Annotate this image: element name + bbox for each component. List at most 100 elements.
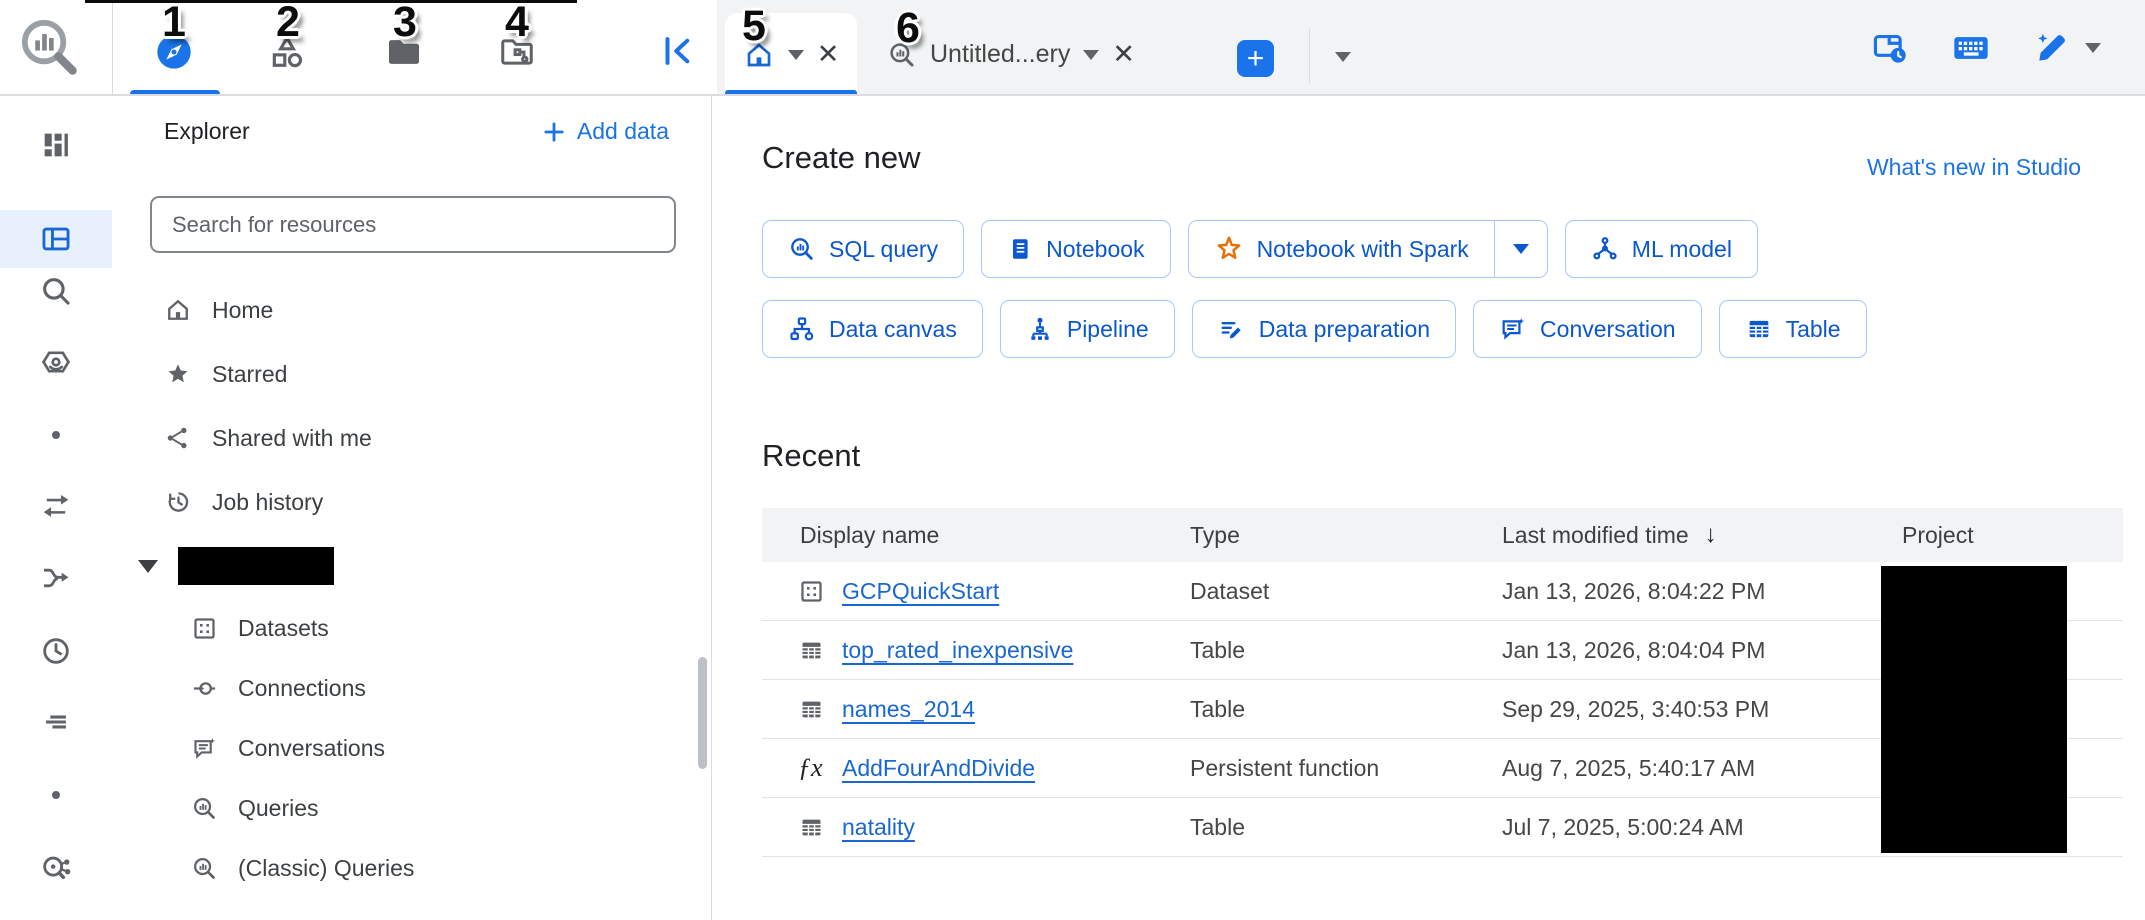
col-project: Project	[1902, 508, 1974, 562]
row-link[interactable]: top_rated_inexpensive	[842, 621, 1073, 679]
editor-tab-strip: ✕ Untitled...ery ✕ +	[717, 0, 2145, 96]
query-icon	[788, 235, 816, 263]
search-resources-input[interactable]	[150, 196, 676, 253]
rail-dot	[0, 766, 112, 824]
function-icon: ƒx	[798, 739, 823, 797]
row-link[interactable]: names_2014	[842, 680, 975, 738]
main-content: Create new What's new in Studio SQL quer…	[712, 96, 2145, 920]
notebook-icon	[1007, 236, 1033, 262]
explorer-item-shared[interactable]: Shared with me	[112, 406, 711, 470]
explorer-item-job-history[interactable]: Job history	[112, 470, 711, 534]
bigquery-studio-screen: ✕ Untitled...ery ✕ +	[0, 0, 2145, 920]
explorer-title: Explorer	[164, 118, 250, 145]
tab-home-close-icon[interactable]: ✕	[817, 41, 840, 68]
rail-dot	[0, 406, 112, 464]
annotation-line	[85, 0, 577, 3]
conversation-icon	[1499, 315, 1527, 343]
notebook-with-spark-dropdown[interactable]	[1494, 221, 1547, 277]
col-display-name: Display name	[800, 508, 939, 562]
add-data-button[interactable]: Add data	[541, 118, 669, 145]
col-last-modified[interactable]: Last modified time ↓	[1502, 508, 1717, 562]
tab-home-dropdown-icon[interactable]	[788, 50, 804, 60]
conversations-icon	[191, 735, 218, 762]
divider	[112, 0, 113, 95]
explorer-item-home[interactable]: Home	[112, 278, 711, 342]
recent-tabs-icon[interactable]	[1871, 29, 1909, 67]
rail-item-insights-icon[interactable]	[0, 839, 112, 897]
add-data-label: Add data	[577, 118, 669, 145]
sort-descending-icon[interactable]: ↓	[1705, 521, 1717, 549]
rail-item-governance-icon[interactable]	[0, 333, 112, 391]
rail-item-monitoring-icon[interactable]	[0, 693, 112, 751]
share-icon	[164, 424, 192, 452]
home-icon	[164, 296, 192, 324]
collapse-expander-icon[interactable]	[138, 560, 158, 573]
table-icon	[1745, 315, 1773, 343]
notebook-with-spark-split-button: Notebook with Spark	[1188, 220, 1548, 278]
pipeline-icon	[1026, 315, 1054, 343]
recent-title: Recent	[762, 438, 860, 474]
ml-model-button[interactable]: ML model	[1565, 220, 1758, 278]
rail-item-transfers-icon[interactable]	[0, 477, 112, 535]
gemini-assist-group	[2033, 29, 2101, 67]
explorer-item-starred[interactable]: Starred	[112, 342, 711, 406]
pipeline-button[interactable]: Pipeline	[1000, 300, 1175, 358]
explorer-tree: Home Starred Shared with me Job hist	[112, 278, 711, 898]
new-tab-button[interactable]: +	[1237, 40, 1274, 77]
left-icon-rail	[0, 96, 113, 920]
table-icon	[798, 798, 825, 856]
new-tab-options-dropdown-icon[interactable]	[1335, 52, 1351, 62]
whats-new-link[interactable]: What's new in Studio	[1867, 154, 2081, 181]
data-preparation-icon	[1218, 315, 1246, 343]
notebook-with-spark-button[interactable]: Notebook with Spark	[1189, 221, 1494, 277]
rail-item-workspace-icon[interactable]	[0, 210, 112, 268]
som-marker-3: 3	[393, 0, 417, 47]
create-row-2: Data canvas Pipeline Data preparation	[762, 300, 1867, 358]
create-new-title: Create new	[762, 140, 921, 176]
data-canvas-icon	[788, 315, 816, 343]
explorer-item-classic-queries[interactable]: (Classic) Queries	[112, 838, 711, 898]
rail-item-search-icon[interactable]	[0, 262, 112, 320]
notebook-button[interactable]: Notebook	[981, 220, 1170, 278]
classic-queries-icon	[191, 855, 218, 882]
explorer-item-conversations[interactable]: Conversations	[112, 718, 711, 778]
tab-query-close-icon[interactable]: ✕	[1112, 41, 1135, 68]
ml-model-icon	[1591, 235, 1619, 263]
col-type: Type	[1190, 508, 1240, 562]
datasets-icon	[191, 615, 218, 642]
collapse-panel-icon[interactable]	[654, 28, 700, 74]
row-link[interactable]: GCPQuickStart	[842, 562, 999, 620]
magic-pen-dropdown-icon[interactable]	[2085, 43, 2101, 53]
som-marker-5: 5	[742, 2, 766, 51]
strip-actions	[1871, 0, 2101, 96]
conversation-button[interactable]: Conversation	[1473, 300, 1702, 358]
plus-icon	[541, 119, 567, 145]
create-row-1: SQL query Notebook Notebook with Spark	[762, 220, 1758, 278]
tab-query-dropdown-icon[interactable]	[1083, 50, 1099, 60]
explorer-scrollbar[interactable]	[698, 657, 707, 769]
explorer-item-project-redacted[interactable]	[112, 534, 711, 598]
table-button[interactable]: Table	[1719, 300, 1867, 358]
magic-pen-icon[interactable]	[2033, 29, 2071, 67]
tab-untitled-query-label: Untitled...ery	[930, 40, 1070, 69]
queries-icon	[191, 795, 218, 822]
connections-icon	[191, 675, 218, 702]
explorer-item-connections[interactable]: Connections	[112, 658, 711, 718]
history-icon	[164, 488, 192, 516]
star-icon	[164, 360, 192, 388]
keyboard-shortcuts-icon[interactable]	[1951, 28, 1991, 68]
sql-query-button[interactable]: SQL query	[762, 220, 964, 278]
data-preparation-button[interactable]: Data preparation	[1192, 300, 1456, 358]
rail-item-migration-icon[interactable]	[0, 549, 112, 607]
rail-item-analysis-icon[interactable]	[0, 116, 112, 174]
table-icon	[798, 680, 825, 738]
row-link[interactable]: natality	[842, 798, 915, 856]
som-marker-1: 1	[162, 0, 186, 47]
redacted-project-column	[1881, 566, 2067, 853]
row-link[interactable]: AddFourAndDivide	[842, 739, 1035, 797]
rail-item-scheduled-icon[interactable]	[0, 622, 112, 680]
data-canvas-button[interactable]: Data canvas	[762, 300, 983, 358]
explorer-item-queries[interactable]: Queries	[112, 778, 711, 838]
spark-star-icon	[1214, 234, 1244, 264]
explorer-item-datasets[interactable]: Datasets	[112, 598, 711, 658]
